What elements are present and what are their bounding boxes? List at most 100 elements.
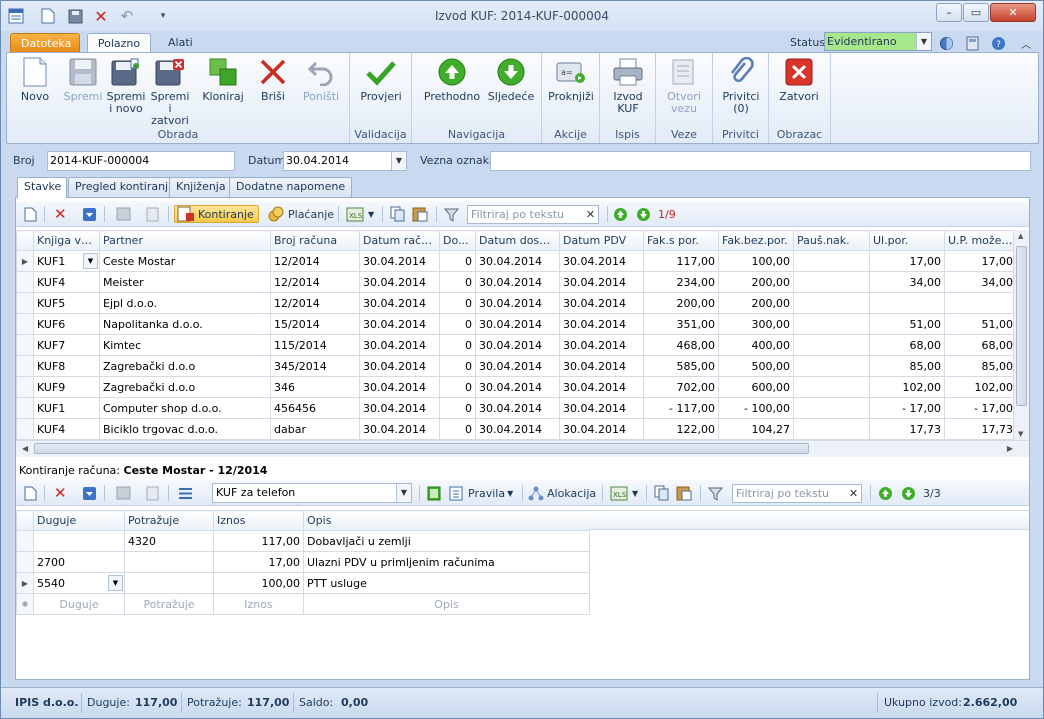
cell-ul-por[interactable]: 17,00: [869, 250, 945, 272]
cell-ul-por[interactable]: 102,00: [869, 376, 945, 398]
list-icon[interactable]: [178, 484, 193, 502]
cell-datum-dospijeca[interactable]: 30.04.2014: [475, 334, 560, 356]
cell-broj-racuna[interactable]: 345/2014: [270, 355, 360, 377]
cell-paus-nak[interactable]: [793, 376, 870, 398]
cell-duguje[interactable]: 2700: [33, 551, 125, 573]
tab-dodatne-napomene[interactable]: Dodatne napomene: [229, 177, 353, 197]
kontiranje-filter-input[interactable]: Filtriraj po tekstu ✕: [732, 484, 862, 503]
cell-opis[interactable]: Dobavljači u zemlji: [303, 530, 590, 552]
cell-datum-racuna[interactable]: 30.04.2014: [359, 376, 440, 398]
table-row[interactable]: KUF4 Biciklo trgovac d.o.o. dabar 30.04.201…: [16, 418, 1017, 440]
cell-potrazuje[interactable]: 4320: [124, 530, 214, 552]
cell-knjiga-vrsta[interactable]: KUF8: [33, 355, 100, 377]
col-do[interactable]: Do...: [439, 230, 476, 251]
cell-fak-bez-por[interactable]: 300,00: [718, 313, 794, 335]
new-row-potrazuje[interactable]: Potražuje: [124, 593, 214, 615]
cell-datum-racuna[interactable]: 30.04.2014: [359, 313, 440, 335]
sljedece-button[interactable]: Sljedeće: [483, 57, 539, 103]
cell-do[interactable]: 0: [439, 418, 476, 440]
delete-row-icon[interactable]: ✕: [54, 484, 67, 502]
otvori-vezu-button[interactable]: Otvori vezu: [664, 57, 704, 115]
next-row-icon[interactable]: [636, 205, 651, 223]
cell-paus-nak[interactable]: [793, 397, 870, 419]
cell-datum-dospijeca[interactable]: 30.04.2014: [475, 376, 560, 398]
new-row[interactable]: ✱ Duguje Potražuje Iznos Opis: [16, 593, 590, 615]
cell-datum-pdv[interactable]: 30.04.2014: [559, 376, 644, 398]
cell-datum-pdv[interactable]: 30.04.2014: [559, 271, 644, 293]
cell-fak-s-por[interactable]: 585,00: [643, 355, 719, 377]
cell-paus-nak[interactable]: [793, 418, 870, 440]
datum-field[interactable]: 30.04.2014 ▼: [283, 151, 407, 171]
cell-do[interactable]: 0: [439, 334, 476, 356]
cell-fak-bez-por[interactable]: 200,00: [718, 271, 794, 293]
cell-paus-nak[interactable]: [793, 292, 870, 314]
izvod-kuf-button[interactable]: Izvod KUF: [608, 57, 648, 115]
stavke-vertical-scrollbar[interactable]: ▲ ▼: [1013, 230, 1029, 440]
ponisti-button[interactable]: Poništi: [299, 57, 343, 103]
move-down-icon[interactable]: [82, 205, 97, 223]
spremi-i-novo-button[interactable]: Spremi i novo: [106, 57, 146, 115]
cell-datum-pdv[interactable]: 30.04.2014: [559, 355, 644, 377]
col-ul-por[interactable]: Ul.por.: [869, 230, 945, 251]
paste-icon[interactable]: [676, 484, 692, 502]
cell-do[interactable]: 0: [439, 271, 476, 293]
cell-datum-dospijeca[interactable]: 30.04.2014: [475, 397, 560, 419]
novo-button[interactable]: Novo: [17, 57, 53, 103]
clear-filter-icon[interactable]: ✕: [583, 206, 598, 223]
cell-potrazuje[interactable]: [124, 551, 214, 573]
cell-paus-nak[interactable]: [793, 250, 870, 272]
cell-partner[interactable]: Zagrebački d.o.o: [99, 355, 271, 377]
broj-field[interactable]: 2014-KUF-000004: [47, 151, 235, 171]
cell-datum-dospijeca[interactable]: 30.04.2014: [475, 418, 560, 440]
document-icon[interactable]: [146, 205, 159, 223]
paste-icon[interactable]: [412, 205, 428, 223]
cell-up-moze[interactable]: 51,00: [944, 313, 1017, 335]
cell-partner[interactable]: Meister: [99, 271, 271, 293]
new-row-icon[interactable]: [24, 484, 37, 502]
tab-datoteka[interactable]: Datoteka: [10, 33, 80, 53]
cell-datum-dospijeca[interactable]: 30.04.2014: [475, 271, 560, 293]
stavke-filter-input[interactable]: Filtriraj po tekstu ✕: [467, 205, 599, 224]
excel-export-icon[interactable]: XLS ▼: [346, 205, 374, 223]
table-row[interactable]: KUF1 Computer shop d.o.o. 456456 30.04.2014…: [16, 397, 1017, 419]
help-icon[interactable]: ?: [989, 34, 1007, 52]
cell-do[interactable]: 0: [439, 292, 476, 314]
cell-partner[interactable]: Zagrebački d.o.o: [99, 376, 271, 398]
cell-knjiga-vrsta[interactable]: KUF5: [33, 292, 100, 314]
cell-broj-racuna[interactable]: 115/2014: [270, 334, 360, 356]
cell-up-moze[interactable]: 68,00: [944, 334, 1017, 356]
stavke-horizontal-scrollbar[interactable]: ◀ ▶: [16, 440, 1029, 457]
cell-up-moze[interactable]: 17,73: [944, 418, 1017, 440]
col-up-moze[interactable]: U.P. može ...: [944, 230, 1017, 251]
copy-icon[interactable]: [654, 484, 670, 502]
cell-knjiga-vrsta[interactable]: KUF1 ▼: [33, 250, 100, 272]
copy-icon[interactable]: [390, 205, 406, 223]
table-row[interactable]: KUF5 Ejpl d.o.o. 12/2014 30.04.2014 0 30.04.2…: [16, 292, 1017, 314]
col-potrazuje[interactable]: Potražuje: [124, 510, 214, 531]
privitci-button[interactable]: Privitci (0): [719, 57, 763, 115]
cell-fak-bez-por[interactable]: 100,00: [718, 250, 794, 272]
cell-datum-racuna[interactable]: 30.04.2014: [359, 250, 440, 272]
chevron-down-icon[interactable]: ▼: [396, 484, 411, 502]
kloniraj-button[interactable]: Kloniraj: [202, 57, 244, 103]
cell-datum-racuna[interactable]: 30.04.2014: [359, 334, 440, 356]
brisi-button[interactable]: Briši: [253, 57, 293, 103]
new-row-duguje[interactable]: Duguje: [33, 593, 125, 615]
cell-fak-bez-por[interactable]: - 100,00: [718, 397, 794, 419]
new-row-icon[interactable]: [24, 205, 37, 223]
cell-potrazuje[interactable]: [124, 572, 214, 594]
tab-knjizenja[interactable]: Knjiženja: [169, 177, 233, 197]
cell-datum-racuna[interactable]: 30.04.2014: [359, 355, 440, 377]
cell-fak-bez-por[interactable]: 500,00: [718, 355, 794, 377]
chevron-down-icon[interactable]: ▼: [391, 152, 406, 170]
move-down-icon[interactable]: [82, 484, 97, 502]
col-datum-pdv[interactable]: Datum PDV: [559, 230, 644, 251]
tab-alati[interactable]: Alati: [158, 33, 203, 53]
cell-broj-racuna[interactable]: 15/2014: [270, 313, 360, 335]
cell-broj-racuna[interactable]: 12/2014: [270, 250, 360, 272]
cell-opis[interactable]: Ulazni PDV u primljenim računima: [303, 551, 590, 573]
cell-broj-racuna[interactable]: 12/2014: [270, 292, 360, 314]
cell-datum-pdv[interactable]: 30.04.2014: [559, 334, 644, 356]
col-datum-dospijeca[interactable]: Datum dospij...: [475, 230, 560, 251]
table-row[interactable]: KUF9 Zagrebački d.o.o 346 30.04.2014 0 30.04.…: [16, 376, 1017, 398]
